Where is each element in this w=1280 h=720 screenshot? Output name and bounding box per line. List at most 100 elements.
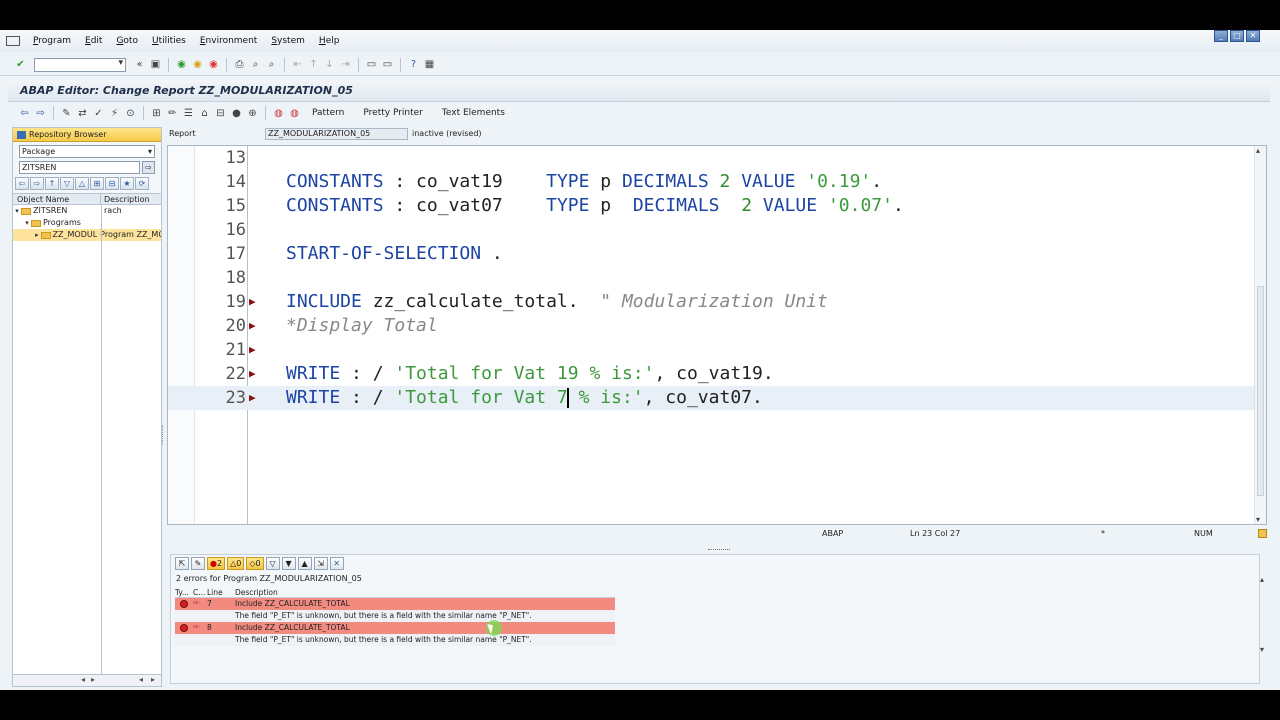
scroll-down-icon[interactable]: ▾ [1260, 645, 1264, 654]
col-object-name[interactable]: Object Name [13, 194, 101, 204]
menu-edit[interactable]: Edit [85, 36, 102, 46]
export-icon[interactable]: ⇲ [313, 557, 328, 570]
line-marker-icon[interactable]: ▶ [249, 362, 256, 386]
enhance-icon[interactable]: ⊕ [246, 107, 259, 120]
active-inactive-icon[interactable]: ⇄ [76, 107, 89, 120]
layout-menu-icon[interactable]: ▦ [423, 58, 436, 71]
scroll-up-icon[interactable]: ▴ [1256, 146, 1260, 155]
code-line[interactable]: 16 [168, 218, 1255, 242]
scroll-left-icon[interactable]: ◂ [81, 675, 85, 684]
info-filter-button[interactable]: ◇0 [246, 557, 264, 570]
check-icon[interactable]: ✓ [92, 107, 105, 120]
text-elements-button[interactable]: Text Elements [442, 108, 505, 118]
menu-environment[interactable]: Environment [200, 36, 257, 46]
editor-vertical-scrollbar[interactable]: ▴ ▾ [1254, 146, 1266, 524]
col-description[interactable]: Description [101, 194, 150, 204]
favorites-icon[interactable]: ★ [120, 177, 134, 190]
first-page-icon[interactable]: ⇤ [291, 58, 304, 71]
maximize-button[interactable]: □ [1230, 30, 1244, 42]
system-menu-icon[interactable] [6, 36, 20, 46]
code-line[interactable]: 13 [168, 146, 1255, 170]
error-row[interactable]: ᵃᵇ 8 Include ZZ_CALCULATE_TOTAL [175, 622, 615, 634]
code-line[interactable]: 15 CONSTANTS : co_vat07 TYPE p DECIMALS 2… [168, 194, 1255, 218]
menu-goto[interactable]: Goto [116, 36, 138, 46]
errors-filter-button[interactable]: ●2 [207, 557, 226, 570]
find-icon[interactable]: ⌕ [249, 58, 262, 71]
sort-down-icon[interactable]: ▼ [281, 557, 296, 570]
code-line[interactable]: 19 ▶ INCLUDE zz_calculate_total. " Modular… [168, 290, 1255, 314]
scroll-right-icon[interactable]: ▸ [151, 675, 155, 684]
menu-utilities[interactable]: Utilities [152, 36, 186, 46]
activate-icon[interactable]: ⚡ [108, 107, 121, 120]
scroll-thumb[interactable] [1257, 286, 1264, 496]
tree-node-program[interactable]: ▸ ZZ_MODUL Program ZZ_MO [13, 229, 161, 241]
repository-browser-header[interactable]: Repository Browser [13, 128, 161, 142]
error-message-row[interactable]: The field "P_ET" is unknown, but there i… [175, 610, 615, 622]
scroll-left-icon[interactable]: ◂ [139, 675, 143, 684]
code-line[interactable]: 23 ▶ WRITE : / 'Total for Vat 7 % is:', co… [168, 386, 1255, 410]
collapse-arrow-icon[interactable]: ▸ [33, 229, 41, 241]
session-breakpoint-icon[interactable]: ◍ [288, 107, 301, 120]
navigation-window-icon[interactable]: ⌂ [198, 107, 211, 120]
back-arrows-icon[interactable]: « [133, 58, 146, 71]
line-marker-icon[interactable]: ▶ [249, 338, 256, 362]
pattern-button[interactable]: Pattern [312, 108, 344, 118]
edit-icon[interactable]: ✎ [191, 557, 205, 570]
prev-page-icon[interactable]: ↑ [307, 58, 320, 71]
print-icon[interactable]: ⎙ [233, 58, 246, 71]
object-list-icon[interactable]: ☰ [182, 107, 195, 120]
error-pane-scrollbar[interactable]: ▴ ▾ [1260, 575, 1270, 675]
warnings-filter-button[interactable]: △0 [227, 557, 245, 570]
display-change-icon[interactable]: ✎ [60, 107, 73, 120]
pretty-printer-button[interactable]: Pretty Printer [363, 108, 423, 118]
display-button[interactable]: ⇨ [142, 161, 155, 174]
cancel-icon[interactable]: ◉ [207, 58, 220, 71]
filter-icon[interactable]: ▽ [60, 177, 74, 190]
menu-system[interactable]: System [271, 36, 305, 46]
object-name-input[interactable]: ZITSREN [19, 161, 140, 174]
tree-node-package[interactable]: ▾ ZITSREN rach [13, 205, 161, 217]
collapse-icon[interactable]: △ [75, 177, 89, 190]
test-icon[interactable]: ⊙ [124, 107, 137, 120]
code-line[interactable]: 17 START-OF-SELECTION . [168, 242, 1255, 266]
next-object-icon[interactable]: ⇨ [30, 177, 44, 190]
forward-nav-icon[interactable]: ⇨ [34, 107, 47, 120]
scroll-right-icon[interactable]: ▸ [91, 675, 95, 684]
enter-icon[interactable]: ✔ [14, 58, 27, 71]
menu-help[interactable]: Help [319, 36, 340, 46]
line-marker-icon[interactable]: ▶ [249, 386, 256, 410]
command-field[interactable] [34, 57, 126, 72]
code-line[interactable]: 14 CONSTANTS : co_vat19 TYPE p DECIMALS 2… [168, 170, 1255, 194]
hierarchy-icon[interactable]: ⊟ [214, 107, 227, 120]
up-icon[interactable]: ↑ [45, 177, 59, 190]
code-editor[interactable]: 13 14 CONSTANTS : co_vat19 TYPE p DECIMALS… [167, 145, 1267, 525]
code-line[interactable]: 22 ▶ WRITE : / 'Total for Vat 19 % is:', c… [168, 362, 1255, 386]
back-icon[interactable]: ◉ [175, 58, 188, 71]
tree-icon[interactable]: ⊞ [90, 177, 104, 190]
new-session-icon[interactable]: ▭ [365, 58, 378, 71]
navigate-icon[interactable]: ⇱ [175, 557, 189, 570]
close-icon[interactable]: ✕ [329, 557, 344, 570]
tree-horizontal-scrollbar[interactable]: ◂ ▸ ◂ ▸ [13, 674, 161, 686]
set-breakpoint-icon[interactable]: ◍ [272, 107, 285, 120]
refresh-icon[interactable]: ⟳ [135, 177, 149, 190]
minimize-button[interactable]: _ [1214, 30, 1228, 42]
exit-icon[interactable]: ◉ [191, 58, 204, 71]
line-marker-icon[interactable]: ▶ [249, 290, 256, 314]
code-line[interactable]: 18 [168, 266, 1255, 290]
last-page-icon[interactable]: ⇥ [339, 58, 352, 71]
where-used-tree-icon[interactable]: ⊟ [105, 177, 119, 190]
save-icon[interactable]: ▣ [149, 58, 162, 71]
next-page-icon[interactable]: ↓ [323, 58, 336, 71]
back-nav-icon[interactable]: ⇦ [18, 107, 31, 120]
edit-object-icon[interactable]: ✏ [166, 107, 179, 120]
horizontal-splitter[interactable] [708, 549, 730, 551]
object-type-select[interactable]: Package [19, 145, 155, 158]
sort-up-icon[interactable]: ▲ [297, 557, 312, 570]
menu-program[interactable]: Program [33, 36, 71, 46]
shortcut-icon[interactable]: ▭ [381, 58, 394, 71]
error-message-row[interactable]: The field "P_ET" is unknown, but there i… [175, 634, 615, 646]
help-icon[interactable]: ? [407, 58, 420, 71]
tree-node-programs[interactable]: ▾ Programs [13, 217, 161, 229]
pane-splitter[interactable] [162, 425, 165, 445]
